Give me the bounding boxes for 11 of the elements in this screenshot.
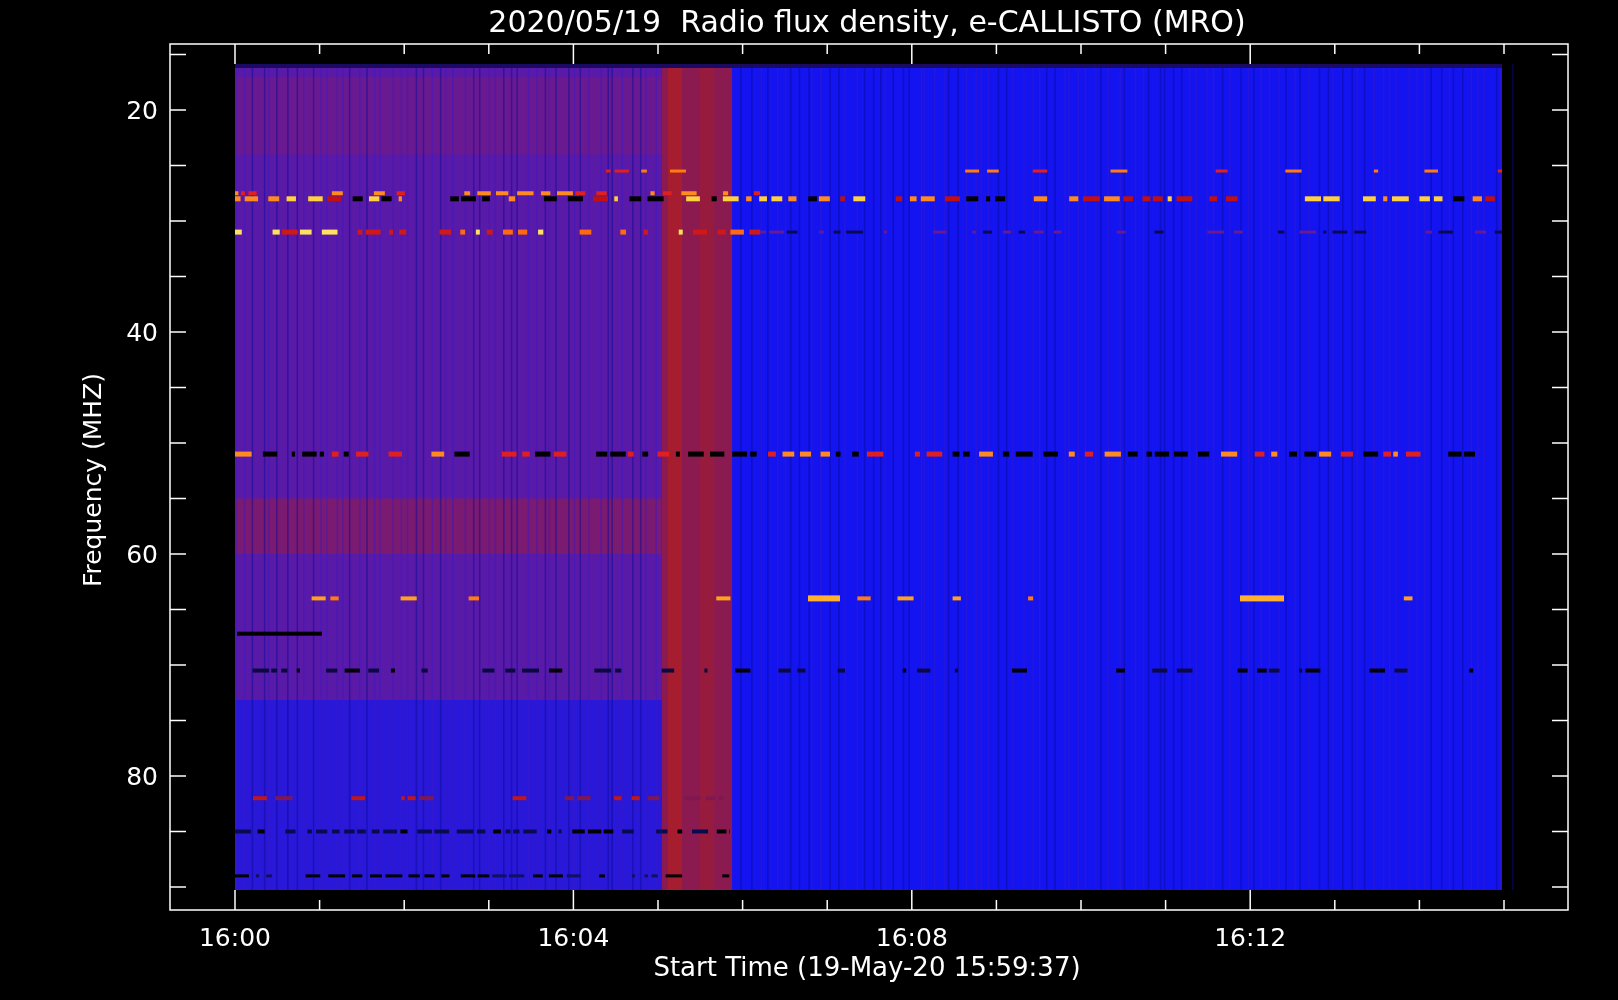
x-axis-label: Start Time (19-May-20 15:59:37) [653,952,1081,982]
y-tick-label: 60 [126,540,158,569]
y-tick-label: 40 [126,318,158,347]
x-tick-label: 16:04 [537,923,610,952]
y-tick-label: 80 [126,762,158,791]
x-tick-label: 16:12 [1214,923,1287,952]
y-tick-label: 20 [126,96,158,125]
x-tick-label: 16:00 [199,923,271,952]
y-axis-label: Frequency (MHZ) [78,372,107,588]
x-tick-label: 16:08 [875,923,948,952]
chart-title: 2020/05/19 Radio flux density, e-CALLISTO (MRO) [488,4,1246,39]
